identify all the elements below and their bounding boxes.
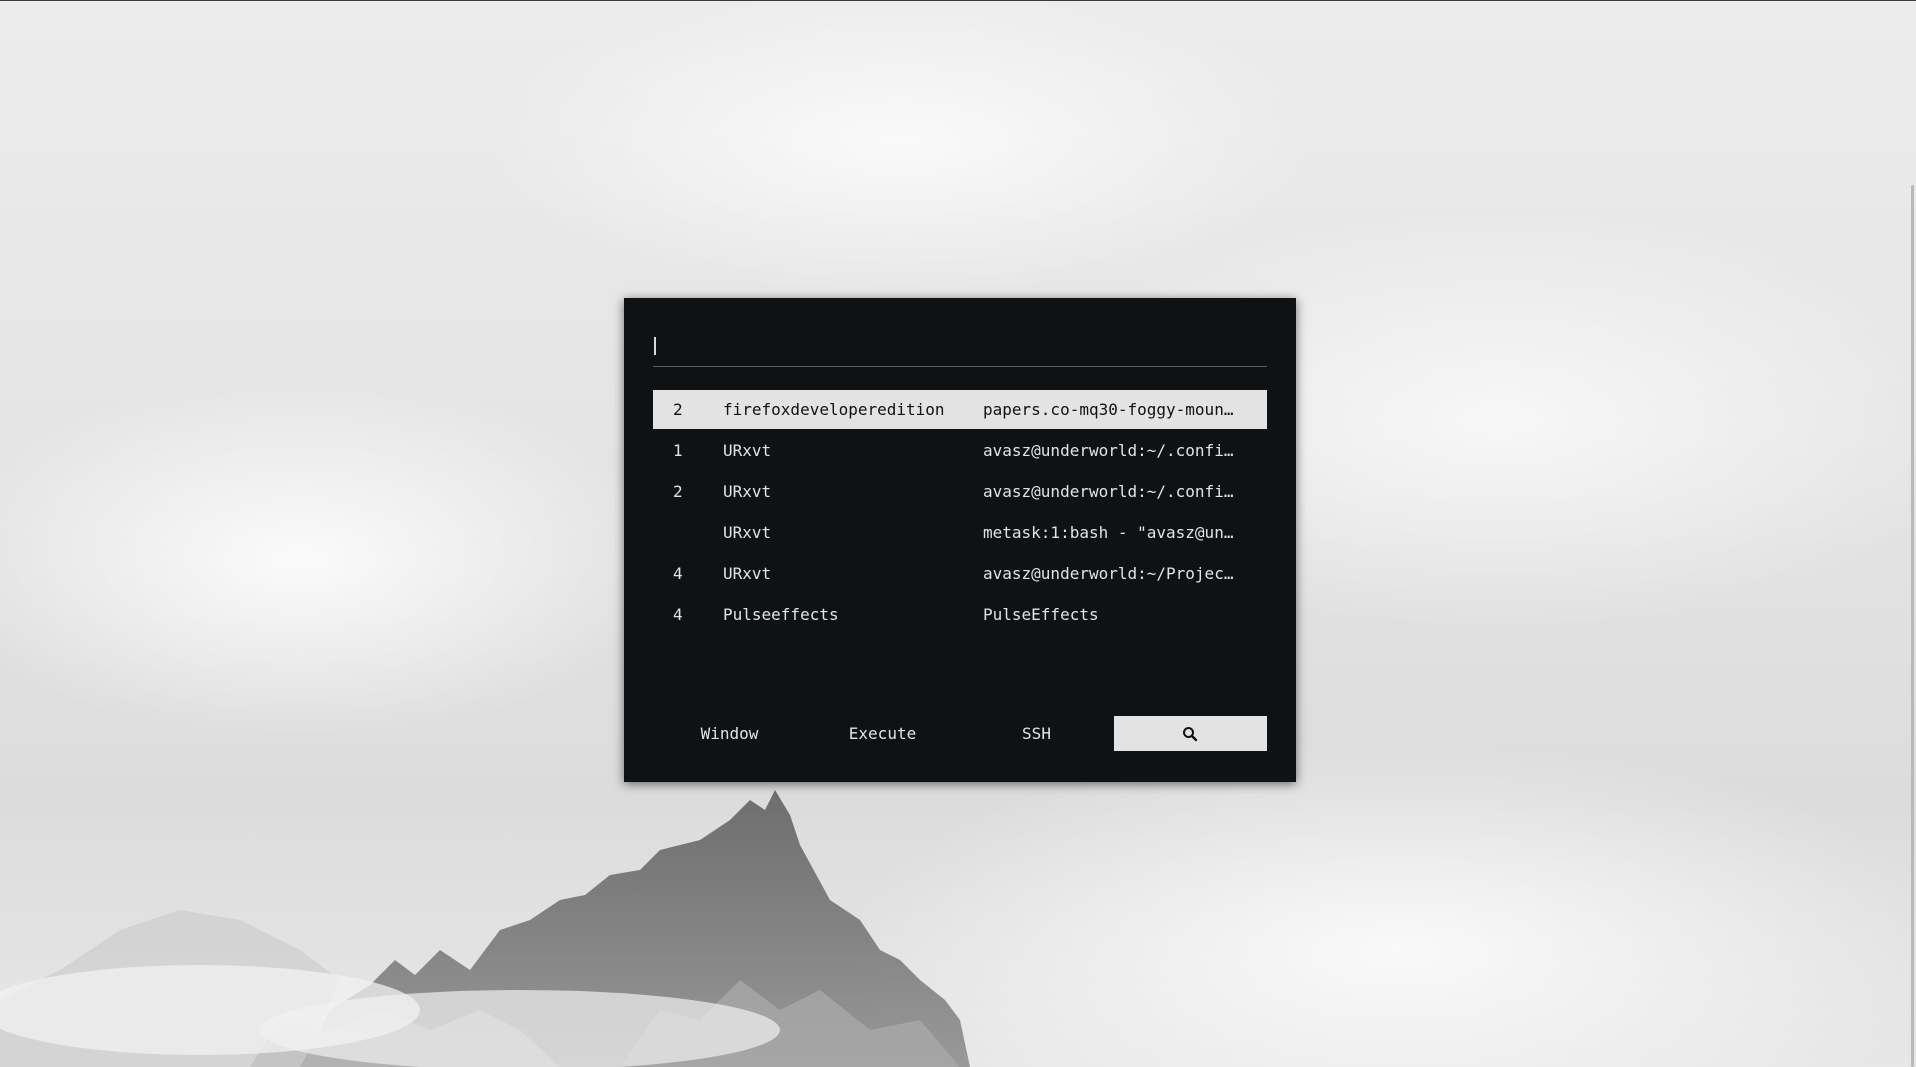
window-list-item[interactable]: 4 URxvt avasz@underworld:~/Projec… xyxy=(653,554,1267,593)
search-bar[interactable] xyxy=(653,322,1267,367)
workspace-number: 1 xyxy=(673,441,683,460)
window-title: PulseEffects xyxy=(983,605,1099,624)
window-title: avasz@underworld:~/.confi… xyxy=(983,441,1234,460)
mode-ssh-button[interactable]: SSH xyxy=(960,716,1113,751)
window-title: metask:1:bash - "avasz@un… xyxy=(983,523,1234,542)
window-title: avasz@underworld:~/.confi… xyxy=(983,482,1234,501)
window-class: URxvt xyxy=(723,441,772,460)
window-class: URxvt xyxy=(723,564,772,583)
mountain-wallpaper xyxy=(0,790,970,1067)
scrollbar[interactable] xyxy=(1908,0,1916,1067)
window-class: Pulseeffects xyxy=(723,605,839,624)
window-list-item[interactable]: URxvt metask:1:bash - "avasz@un… xyxy=(653,513,1267,552)
window-title: avasz@underworld:~/Projec… xyxy=(983,564,1234,583)
window-class: URxvt xyxy=(723,482,772,501)
top-border xyxy=(0,0,1916,1)
window-list: 2 firefoxdeveloperedition papers.co-mq30… xyxy=(653,390,1267,636)
workspace-number: 2 xyxy=(673,400,683,419)
workspace-number: 4 xyxy=(673,605,683,624)
workspace-number: 2 xyxy=(673,482,683,501)
window-class: URxvt xyxy=(723,523,772,542)
workspace-number: 4 xyxy=(673,564,683,583)
mode-window-button[interactable]: Window xyxy=(653,716,806,751)
mode-search-button[interactable] xyxy=(1114,716,1267,751)
window-list-item[interactable]: 2 firefoxdeveloperedition papers.co-mq30… xyxy=(653,390,1267,429)
window-list-item[interactable]: 4 Pulseeffects PulseEffects xyxy=(653,595,1267,634)
window-title: papers.co-mq30-foggy-moun… xyxy=(983,400,1234,419)
window-class: firefoxdeveloperedition xyxy=(723,400,945,419)
mode-switcher: Window Execute SSH xyxy=(653,716,1267,751)
text-caret xyxy=(654,337,656,355)
app-launcher-window: 2 firefoxdeveloperedition papers.co-mq30… xyxy=(624,298,1296,782)
search-icon xyxy=(1183,727,1198,742)
window-list-item[interactable]: 1 URxvt avasz@underworld:~/.confi… xyxy=(653,431,1267,470)
mode-execute-button[interactable]: Execute xyxy=(806,716,959,751)
window-list-item[interactable]: 2 URxvt avasz@underworld:~/.confi… xyxy=(653,472,1267,511)
scrollbar-thumb[interactable] xyxy=(1911,185,1914,1067)
search-input[interactable] xyxy=(659,330,1263,362)
